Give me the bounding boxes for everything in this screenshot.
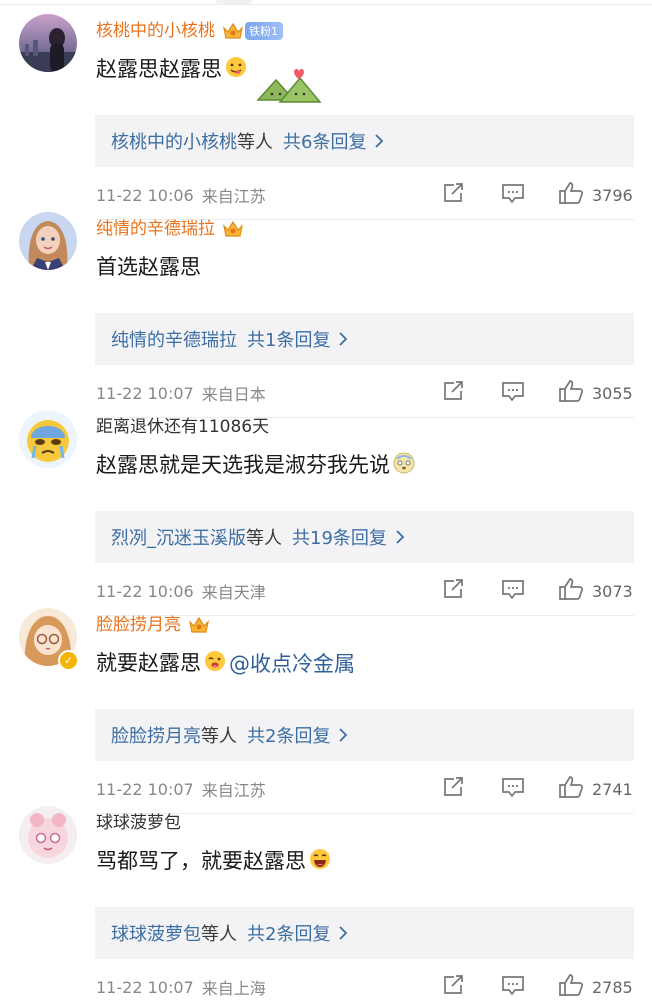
comment-item: 距离退休还有11086天 赵露思就是天选我是淑芬我先说 烈冽_沉迷玉溪版 等人 … — [0, 396, 652, 616]
verified-badge-icon: ✓ — [58, 650, 79, 671]
avatar[interactable] — [19, 212, 77, 270]
timestamp: 11-22 10:07 — [96, 977, 194, 997]
username[interactable]: 距离退休还有11086天 — [96, 414, 269, 440]
reply-count: 共1条回复 — [247, 330, 331, 351]
comment-text: 赵露思赵露思 — [96, 57, 222, 81]
reply-count: 共2条回复 — [247, 924, 331, 945]
reply-names: 球球菠萝包 — [111, 924, 201, 945]
comment-text: 就要赵露思 — [96, 651, 201, 675]
reply-thread-link[interactable]: 球球菠萝包 等人 共2条回复 — [95, 907, 634, 959]
reply-count: 共2条回复 — [247, 726, 331, 747]
chevron-right-icon — [395, 530, 405, 544]
avatar[interactable] — [19, 806, 77, 864]
comment-item: 纯情的辛德瑞拉 首选赵露思 纯情的辛德瑞拉 共1条回复 11-22 10:07 … — [0, 198, 652, 418]
reply-thread-link[interactable]: 纯情的辛德瑞拉 共1条回复 — [95, 313, 634, 365]
wink-tongue-emoji-icon — [203, 649, 227, 677]
reply-names: 核桃中的小核桃 — [111, 132, 237, 153]
avatar[interactable] — [19, 14, 77, 72]
like-count: 2785 — [592, 977, 633, 997]
chevron-right-icon — [374, 134, 384, 148]
username[interactable]: 脸脸捞月亮 — [96, 612, 181, 638]
comment-icon — [501, 974, 525, 1000]
reply-suffix: 等人 — [201, 924, 237, 945]
reply-count: 共19条回复 — [292, 528, 387, 549]
comment-item: 球球菠萝包 骂都骂了，就要赵露思 球球菠萝包 等人 共2条回复 11-22 10… — [0, 792, 652, 998]
tongue-emoji-icon — [224, 55, 248, 83]
dizzy-face-emoji-icon — [392, 451, 416, 479]
reply-names: 纯情的辛德瑞拉 — [111, 330, 237, 351]
username[interactable]: 球球菠萝包 — [96, 810, 181, 836]
fan-badge: 铁粉1 — [245, 22, 283, 40]
reply-suffix: 等人 — [246, 528, 282, 549]
comment-item: 核桃中的小核桃 铁粉1 赵露思赵露思 核桃中的小核桃 等人 共6条回复 11-2… — [0, 0, 652, 220]
comment-text: 骂都骂了，就要赵露思 — [96, 849, 306, 873]
mention-link[interactable]: @收点冷金属 — [229, 648, 355, 678]
reply-thread-link[interactable]: 脸脸捞月亮 等人 共2条回复 — [95, 709, 634, 761]
laughing-emoji-icon — [308, 847, 332, 875]
reply-names: 脸脸捞月亮 — [111, 726, 201, 747]
share-button[interactable] — [442, 974, 466, 1000]
zongzi-sticker-icon — [250, 60, 330, 112]
location: 来自上海 — [201, 979, 266, 998]
comment-item: ✓ 脸脸捞月亮 就要赵露思 @收点冷金属 脸脸捞月亮 等人 共2条回复 11-2… — [0, 594, 652, 814]
avatar[interactable] — [19, 410, 77, 468]
share-icon — [442, 974, 466, 1000]
crown-badge-icon — [221, 20, 245, 42]
reply-suffix: 等人 — [237, 132, 273, 153]
reply-thread-link[interactable]: 核桃中的小核桃 等人 共6条回复 — [95, 115, 634, 167]
crown-badge-icon — [221, 218, 245, 240]
username[interactable]: 核桃中的小核桃 — [96, 18, 215, 44]
crown-badge-icon — [187, 614, 211, 636]
reply-suffix: 等人 — [201, 726, 237, 747]
reply-thread-link[interactable]: 烈冽_沉迷玉溪版 等人 共19条回复 — [95, 511, 634, 563]
like-icon — [558, 973, 584, 1001]
comment-button[interactable] — [501, 974, 525, 1000]
reply-names: 烈冽_沉迷玉溪版 — [111, 528, 246, 549]
comment-text: 首选赵露思 — [96, 255, 201, 279]
chevron-right-icon — [338, 926, 348, 940]
reply-count: 共6条回复 — [283, 132, 367, 153]
chevron-right-icon — [338, 332, 348, 346]
chevron-right-icon — [338, 728, 348, 742]
comment-text: 赵露思就是天选我是淑芬我先说 — [96, 453, 390, 477]
like-button[interactable]: 2785 — [558, 974, 633, 1000]
username[interactable]: 纯情的辛德瑞拉 — [96, 216, 215, 242]
